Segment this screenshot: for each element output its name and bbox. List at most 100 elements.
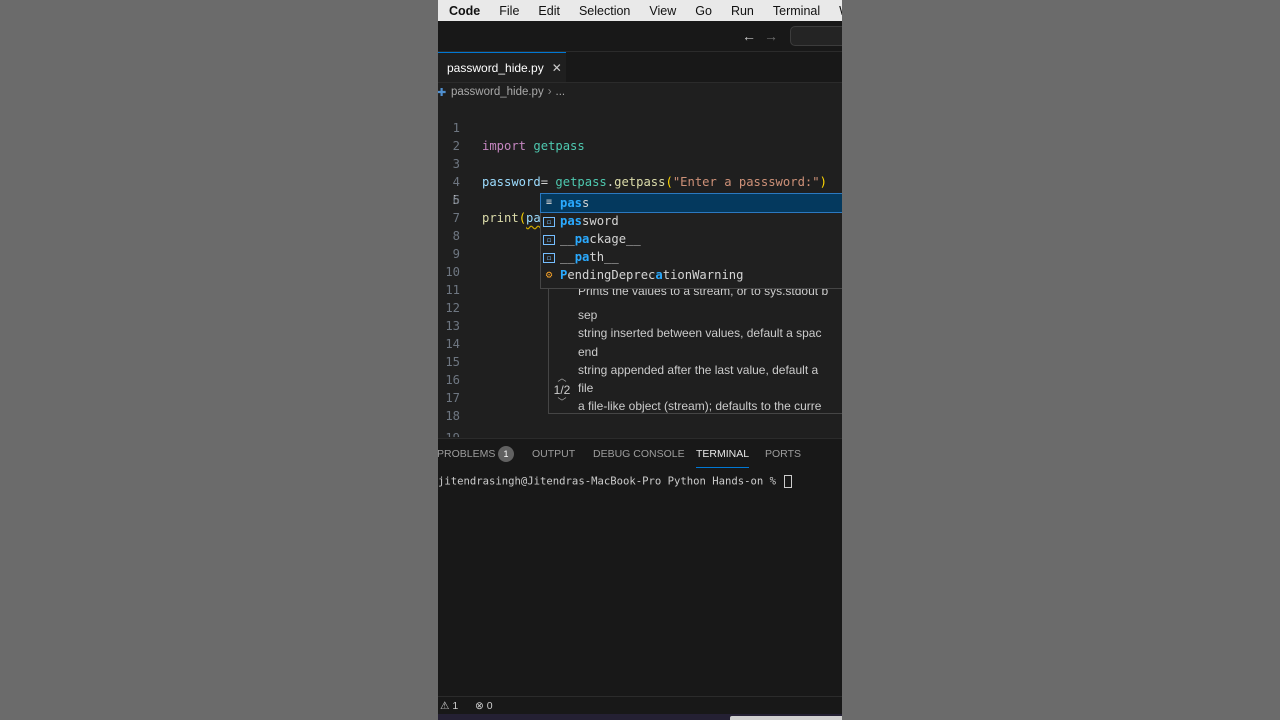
suggestion-prefix: __ (560, 250, 575, 264)
variable-icon: ◻ (543, 253, 555, 263)
macos-menubar: Code File Edit Selection View Go Run Ter… (438, 0, 842, 21)
suggestion-match: pas (560, 214, 583, 228)
suggestion-match: pa (574, 250, 590, 264)
chevron-down-icon[interactable]: ﹀ (549, 397, 575, 407)
suggestion-item[interactable]: ◻ __package__ (541, 230, 842, 248)
tab-ports[interactable]: PORTS (765, 448, 801, 460)
terminal-output[interactable]: jitendrasingh@Jitendras-MacBook-Pro Pyth… (438, 475, 793, 488)
line-number: 16 (445, 373, 460, 387)
line-number: 11 (445, 283, 460, 297)
signature-navigator: ︿ 1/2 ﹀ (549, 373, 575, 407)
parameter-hints-widget: Prints the values to a stream, or to sys… (548, 284, 842, 414)
suggestion-match: a (655, 268, 663, 282)
command-center-search[interactable] (790, 26, 842, 46)
line-number: 17 (445, 391, 460, 405)
close-icon[interactable]: ✕ (552, 61, 562, 75)
chevron-right-icon: › (547, 86, 552, 98)
panel-tabs: PROBLEMS 1 OUTPUT DEBUG CONSOLE TERMINAL… (438, 439, 842, 469)
dock-strip (438, 714, 842, 720)
line-number: 7 (452, 211, 460, 225)
suggestion-match: pa (574, 232, 590, 246)
suggestion-item[interactable]: ⚙ PendingDeprecationWarning (541, 266, 842, 284)
breadcrumb: ✚ password_hide.py › ... (438, 84, 842, 100)
title-bar: ← → (438, 21, 842, 52)
variable-icon: ◻ (543, 217, 555, 227)
suggestion-item[interactable]: ◻ password (541, 212, 842, 230)
suggestion-rest: sword (582, 214, 619, 228)
breadcrumb-rest[interactable]: ... (556, 86, 566, 98)
warning-icon: ⚠ (440, 700, 450, 712)
doc-line: a file-like object (stream); defaults to… (578, 399, 822, 413)
class-icon: ⚙ (545, 268, 553, 281)
forward-arrow-icon[interactable]: → (764, 28, 778, 44)
problems-count-badge: 1 (498, 446, 514, 462)
ports-status[interactable]: ⊗ 0 (475, 700, 493, 712)
line-number: 19 (438, 429, 460, 437)
chevron-up-icon[interactable]: ︿ (549, 373, 575, 383)
suggestion-item[interactable]: ≡ pass (540, 193, 842, 213)
terminal-prompt: jitendrasingh@Jitendras-MacBook-Pro Pyth… (438, 475, 783, 488)
tab-password-hide[interactable]: password_hide.py ✕ (438, 52, 566, 82)
line-number: 14 (445, 337, 460, 351)
doc-line: string appended after the last value, de… (578, 363, 819, 377)
menu-code[interactable]: Code (449, 4, 480, 18)
menu-edit[interactable]: Edit (538, 4, 560, 18)
menu-view[interactable]: View (649, 4, 676, 18)
suggestion-rest: tionWarning (662, 268, 744, 282)
menu-terminal[interactable]: Terminal (773, 4, 820, 18)
code-line: 3 password= getpass.getpass("Enter a pas… (438, 137, 842, 189)
doc-line: file (578, 381, 594, 395)
code-line: 1 import getpass (438, 101, 842, 153)
menu-run[interactable]: Run (731, 4, 754, 18)
doc-line: end (578, 345, 599, 359)
tab-terminal[interactable]: TERMINAL (696, 448, 750, 468)
menu-selection[interactable]: Selection (579, 4, 630, 18)
bottom-panel: PROBLEMS 1 OUTPUT DEBUG CONSOLE TERMINAL… (438, 438, 842, 697)
tab-debug-console[interactable]: DEBUG CONSOLE (593, 448, 685, 460)
overload-counter: 1/2 (553, 383, 571, 397)
line-number: 8 (452, 229, 460, 243)
menu-window[interactable]: W (839, 4, 842, 18)
python-file-icon: ✚ (438, 86, 447, 99)
keyword-icon: ≡ (545, 197, 553, 208)
suggestion-rest: s (582, 196, 590, 210)
suggestion-match: pas (560, 196, 583, 210)
terminal-cursor (784, 475, 793, 488)
code-line-active: 5 print(pas) (438, 173, 842, 226)
line-number: 6 (452, 193, 460, 207)
line-number: 10 (445, 265, 460, 279)
status-bar: ⚠ 1 ⊗ 0 (438, 696, 842, 715)
code-line: 19 (438, 429, 842, 437)
suggest-widget: ≡ pass ◻ password ◻ __package__ ◻ __path… (540, 193, 842, 289)
vscode-window: Code File Edit Selection View Go Run Ter… (438, 0, 842, 720)
line-number: 9 (452, 247, 460, 261)
left-backdrop (0, 0, 438, 720)
ports-count: 0 (486, 700, 493, 712)
tab-problems[interactable]: PROBLEMS (438, 448, 495, 460)
suggestion-rest: th__ (589, 250, 619, 264)
code-line: 2 (438, 119, 842, 153)
suggestion-rest: endingDeprec (567, 268, 656, 282)
line-number: 12 (445, 301, 460, 315)
editor-tab-bar: password_hide.py ✕ (438, 52, 842, 83)
tab-label: password_hide.py (447, 60, 544, 75)
errors-status[interactable]: ⚠ 1 (440, 700, 458, 712)
doc-line: string inserted between values, default … (578, 326, 822, 340)
line-number: 13 (445, 319, 460, 333)
right-backdrop (842, 0, 1280, 720)
line-number: 15 (445, 355, 460, 369)
tab-output[interactable]: OUTPUT (532, 448, 575, 460)
dock-pill (730, 716, 842, 720)
variable-icon: ◻ (543, 235, 555, 245)
menu-go[interactable]: Go (695, 4, 712, 18)
suggestion-rest: ckage__ (589, 232, 641, 246)
line-number: 18 (445, 409, 460, 423)
errors-count: 1 (452, 700, 459, 712)
code-line: 4 (438, 155, 842, 189)
suggestion-item[interactable]: ◻ __path__ (541, 248, 842, 266)
back-arrow-icon[interactable]: ← (742, 28, 756, 44)
suggestion-prefix: __ (560, 232, 575, 246)
doc-line: sep (578, 308, 598, 322)
breadcrumb-file[interactable]: password_hide.py (451, 86, 544, 98)
menu-file[interactable]: File (499, 4, 519, 18)
